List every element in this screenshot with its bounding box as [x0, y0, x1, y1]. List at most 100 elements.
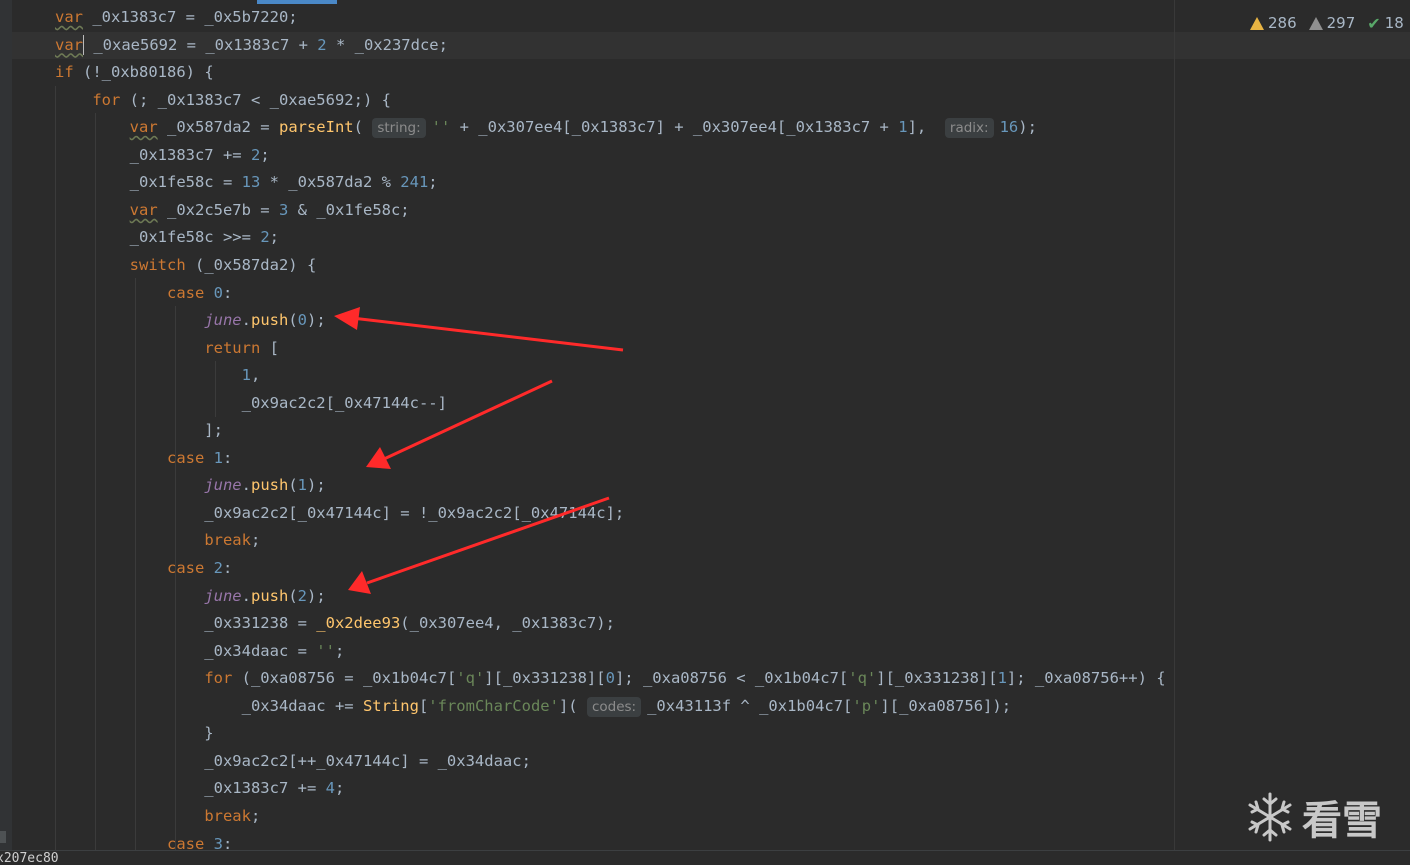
code-line[interactable]: june.push(1); [55, 472, 325, 499]
code-token: [ [418, 696, 429, 715]
code-token: ]; _0xa08756 < _0x1b04c7[ [614, 669, 849, 688]
ok-counter[interactable]: ✔ 18 [1367, 14, 1404, 33]
code-line[interactable]: _0x1fe58c >>= 2; [55, 224, 279, 251]
inspection-widget[interactable]: 286 297 ✔ 18 [1250, 10, 1404, 36]
ok-count: 18 [1384, 14, 1404, 32]
code-line[interactable]: var _0xae5692 = _0x1383c7 + 2 * _0x237dc… [55, 32, 448, 59]
code-line[interactable]: _0x34daac = ''; [55, 638, 344, 665]
code-editor[interactable]: var _0x1383c7 = _0x5b7220; var _0xae5692 … [0, 0, 1410, 850]
code-token: (_0x587da2) { [185, 255, 317, 274]
code-line[interactable]: _0x1fe58c = 13 * _0x587da2 % 241; [55, 169, 438, 196]
code-token: 0 [213, 283, 223, 302]
code-token: june [204, 311, 242, 330]
code-line[interactable]: var _0x587da2 = parseInt( string: '' + _0… [55, 114, 1037, 141]
code-line[interactable]: if (!_0xb80186) { [55, 59, 214, 86]
code-line[interactable]: switch (_0x587da2) { [55, 252, 317, 279]
code-token: ; [269, 228, 279, 247]
code-token: var [129, 118, 158, 137]
parameter-hint: string: [372, 118, 426, 139]
code-token: 0 [297, 311, 307, 330]
code-token: return [204, 338, 261, 357]
parameter-hint: radix: [944, 118, 994, 139]
warnings-count: 286 [1268, 14, 1297, 32]
code-line[interactable]: ]; [55, 417, 223, 444]
code-token: & _0x1fe58c; [288, 200, 410, 219]
code-line[interactable]: _0x9ac2c2[_0x47144c] = !_0x9ac2c2[_0x471… [55, 500, 624, 527]
code-line[interactable]: var _0x2c5e7b = 3 & _0x1fe58c; [55, 197, 410, 224]
code-token: _0x9ac2c2[_0x47144c--] [55, 393, 447, 412]
code-token: 16 [999, 118, 1019, 137]
code-line[interactable]: june.push(2); [55, 583, 326, 610]
code-token: ); [307, 586, 326, 605]
warnings-counter[interactable]: 286 [1250, 14, 1297, 32]
code-token: ); [1018, 118, 1037, 137]
code-token: 2 [250, 145, 261, 164]
code-line[interactable]: _0x331238 = _0x2dee93(_0x307ee4, _0x1383… [55, 610, 615, 637]
code-token: ; [250, 806, 261, 825]
code-token: ( [288, 476, 298, 495]
code-line[interactable]: var _0x1383c7 = _0x5b7220; [55, 4, 298, 31]
code-line[interactable]: _0x34daac += String['fromCharCode']( cod… [55, 693, 1011, 720]
code-token: ( [353, 118, 373, 137]
code-token: (_0x307ee4, _0x1383c7); [400, 614, 615, 633]
code-token: var [55, 8, 83, 26]
code-token: _0x9ac2c2[++_0x47144c] = _0x34daac; [55, 751, 531, 770]
code-token: . [241, 476, 251, 495]
code-line[interactable]: return [ [55, 335, 279, 362]
code-token: _0x2c5e7b = [157, 200, 279, 219]
code-line[interactable]: _0x1383c7 += 2; [55, 142, 270, 169]
code-line[interactable]: june.push(0); [55, 307, 325, 334]
code-token: 2 [260, 228, 270, 247]
code-token: for [92, 90, 121, 109]
code-line[interactable]: case 0: [55, 280, 232, 307]
code-token: ][_0x331238][ [876, 669, 998, 688]
code-token: ; [260, 145, 270, 164]
code-line[interactable]: case 2: [55, 555, 232, 582]
code-line[interactable]: case 3: [55, 831, 232, 851]
parameter-hint: codes: [586, 696, 642, 717]
code-line[interactable]: _0x9ac2c2[_0x47144c--] [55, 390, 447, 417]
code-line[interactable]: case 1: [55, 445, 232, 472]
code-token: } [55, 724, 214, 743]
code-token: switch [129, 255, 186, 274]
code-line[interactable]: for (; _0x1383c7 < _0xae5692;) { [55, 87, 391, 114]
code-token: _0x331238 = [55, 614, 317, 633]
watermark-text: 看雪 [1302, 798, 1382, 844]
code-line[interactable]: break; [55, 803, 260, 830]
code-token: _0x34daac = [55, 641, 317, 660]
code-line[interactable]: for (_0xa08756 = _0x1b04c7['q'][_0x33123… [55, 665, 1165, 692]
status-text: x207ec80 [0, 851, 59, 865]
status-bar: x207ec80 [0, 850, 1410, 865]
code-token: (; _0x1383c7 < _0xae5692;) { [120, 90, 391, 109]
code-token: june [204, 476, 242, 495]
code-token: * _0x237dce; [326, 35, 448, 54]
code-line[interactable]: 1, [55, 362, 261, 389]
code-line[interactable]: break; [55, 527, 260, 554]
checkmark-icon: ✔ [1367, 13, 1381, 33]
code-token: . [241, 311, 251, 330]
code-token: parseInt [278, 118, 354, 137]
code-token: ; [334, 779, 345, 798]
code-token: _0x9ac2c2[_0x47144c] = !_0x9ac2c2[_0x471… [55, 503, 625, 522]
code-line[interactable]: } [55, 720, 214, 747]
code-token: 1 [997, 669, 1007, 688]
code-token: ( [288, 586, 298, 605]
code-line[interactable]: _0x1383c7 += 4; [55, 775, 344, 802]
right-margin-guide [1174, 0, 1175, 850]
code-token: june [204, 586, 242, 605]
code-token: (_0xa08756 = _0x1b04c7[ [232, 669, 457, 688]
code-line[interactable]: _0x9ac2c2[++_0x47144c] = _0x34daac; [55, 748, 531, 775]
weak-warnings-counter[interactable]: 297 [1308, 14, 1355, 32]
code-token: case [166, 834, 205, 851]
